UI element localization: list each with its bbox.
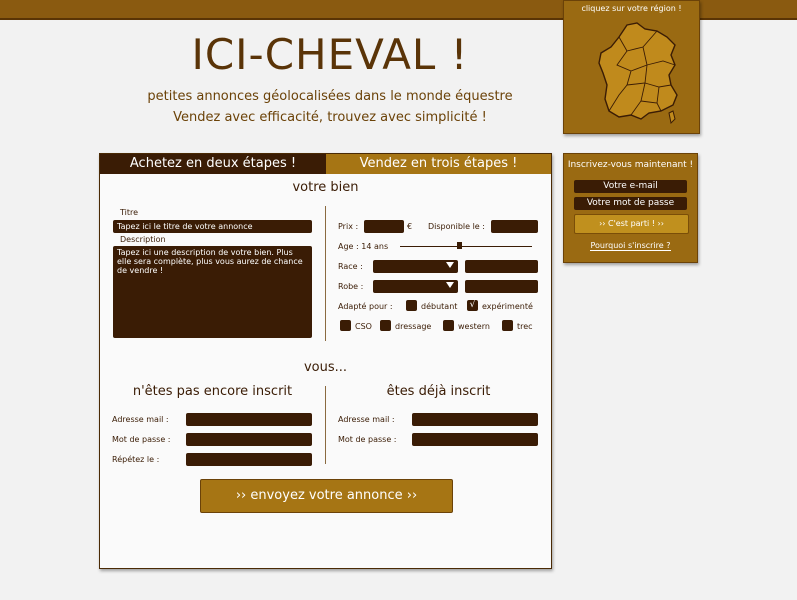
site-logo: ICI-CHEVAL ! [191,30,469,79]
debutant-label: débutant [421,302,458,311]
existing-password-input[interactable] [412,433,538,446]
prix-label: Prix : [338,222,359,231]
region-prompt: cliquez sur votre région ! [581,4,682,13]
france-map-icon[interactable] [597,21,681,125]
signup-button[interactable]: ›› C'est parti ! ›› [574,214,689,234]
cso-label: CSO [355,322,372,331]
debutant-checkbox[interactable] [406,300,417,311]
tagline-primary: petites annonces géolocalisées dans le m… [147,89,513,104]
titre-label: Titre [120,208,139,217]
chevron-down-icon [446,282,454,288]
description-label: Description [120,235,166,244]
existing-email-label: Adresse mail : [338,415,395,424]
experimente-label: expérimenté [482,302,533,311]
repeat-password-label: Répétez le : [112,455,160,464]
race-label: Race : [338,262,363,271]
robe-other-input[interactable] [465,280,538,293]
trec-label: trec [517,322,533,331]
cso-checkbox[interactable] [340,320,351,331]
dressage-checkbox[interactable] [380,320,391,331]
region-map-panel[interactable]: cliquez sur votre région ! [563,0,700,134]
signup-title: Inscrivez-vous maintenant ! [567,160,694,170]
new-password-input[interactable] [186,433,312,446]
section-title-vous: vous... [303,360,348,375]
disponible-label: Disponible le : [428,222,485,231]
disponible-input[interactable] [491,220,538,233]
western-label: western [458,322,490,331]
existing-password-label: Mot de passe : [338,435,397,444]
tab-sell[interactable]: Vendez en trois étapes ! [326,154,551,174]
description-textarea-value: Tapez ici une description de votre bien.… [117,248,303,275]
existing-email-input[interactable] [412,413,538,426]
existing-user-title: êtes déjà inscrit [386,384,491,399]
divider-vertical-vous [325,386,326,464]
dressage-label: dressage [395,322,432,331]
signup-password-input[interactable]: Votre mot de passe [574,197,687,210]
new-email-input[interactable] [186,413,312,426]
currency-label: € [407,222,413,231]
experimente-checkbox[interactable]: √ [467,300,478,311]
age-slider-track[interactable] [400,246,532,247]
why-signup-link[interactable]: Pourquoi s'inscrire ? [564,241,697,251]
section-title-bien: votre bien [292,180,359,195]
description-textarea[interactable]: Tapez ici une description de votre bien.… [113,246,312,338]
why-signup-link-text: Pourquoi s'inscrire ? [590,241,671,251]
new-email-label: Adresse mail : [112,415,169,424]
prix-input[interactable] [364,220,404,233]
race-select[interactable] [373,260,458,273]
signup-email-input[interactable]: Votre e-mail [574,180,687,193]
robe-label: Robe : [338,282,364,291]
divider-vertical-bien [325,206,326,341]
western-checkbox[interactable] [443,320,454,331]
new-user-title: n'êtes pas encore inscrit [132,384,293,399]
repeat-password-input[interactable] [186,453,312,466]
trec-checkbox[interactable] [502,320,513,331]
titre-input[interactable]: Tapez ici le titre de votre annonce [113,220,312,233]
new-password-label: Mot de passe : [112,435,171,444]
adapte-label: Adapté pour : [338,302,393,311]
tagline-secondary: Vendez avec efficacité, trouvez avec sim… [173,110,487,125]
chevron-down-icon [446,262,454,268]
titre-input-value: Tapez ici le titre de votre annonce [117,222,253,231]
submit-ad-button[interactable]: ›› envoyez votre annonce ›› [200,479,453,513]
robe-select[interactable] [373,280,458,293]
signup-panel: Inscrivez-vous maintenant ! Votre e-mail… [563,153,698,263]
age-slider-handle[interactable] [457,242,462,249]
tab-buy[interactable]: Achetez en deux étapes ! [100,154,326,174]
race-other-input[interactable] [465,260,538,273]
age-label: Age : 14 ans [338,242,389,251]
ad-form-panel: Achetez en deux étapes ! Vendez en trois… [99,153,552,569]
